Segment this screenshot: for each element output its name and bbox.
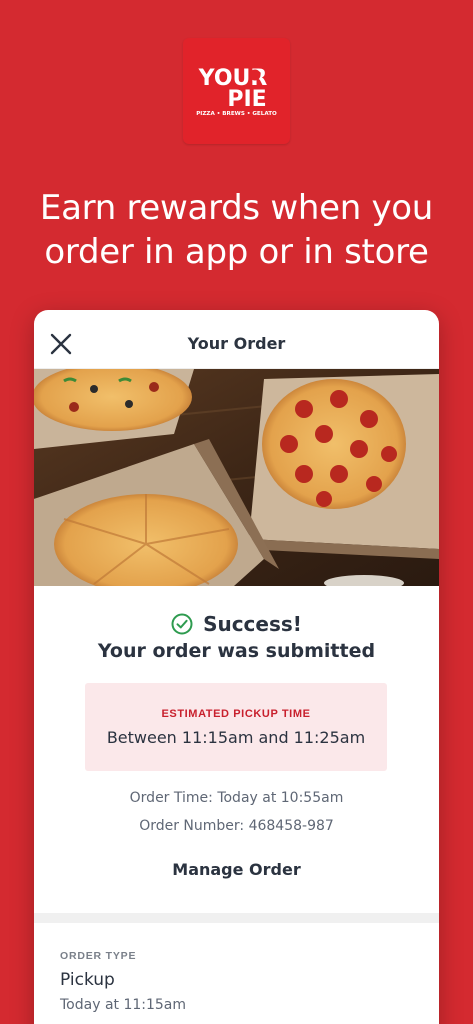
promo-headline-line2: order in app or in store	[44, 232, 429, 272]
success-header: Success!	[34, 612, 439, 636]
page-title: Your Order	[187, 334, 286, 353]
order-type-value: Pickup	[60, 970, 115, 990]
nav-bar: Your Order	[34, 310, 439, 369]
logo-pizza-dot	[249, 69, 261, 81]
success-title: Success!	[203, 612, 302, 636]
order-type-time: Today at 11:15am	[60, 997, 187, 1013]
order-confirmation-card: Your Order Success! Your order was submi…	[34, 310, 439, 1024]
pickup-time-value: Between 11:15am and 11:25am	[106, 728, 366, 747]
order-type-label: ORDER TYPE	[60, 950, 137, 962]
promo-headline: Earn rewards when you order in app or in…	[0, 186, 473, 274]
success-subtitle: Your order was submitted	[97, 640, 376, 662]
order-number: Order Number: 468458-987	[139, 818, 334, 834]
check-circle-icon	[171, 613, 193, 635]
promo-headline-line1: Earn rewards when you	[39, 188, 434, 228]
section-divider	[34, 913, 439, 923]
order-time: Order Time: Today at 10:55am	[129, 790, 344, 806]
your-pie-logo: YOUR PIE PIZZA • BREWS • GELATO	[183, 38, 290, 144]
logo-graphic: YOUR PIE PIZZA • BREWS • GELATO	[196, 66, 277, 117]
manage-order-button[interactable]: Manage Order	[154, 860, 319, 884]
pickup-label: ESTIMATED PICKUP TIME	[161, 708, 311, 720]
estimated-pickup-box: ESTIMATED PICKUP TIME Between 11:15am an…	[85, 683, 387, 771]
logo-tagline: PIZZA • BREWS • GELATO	[196, 111, 277, 117]
hero-pizza-image	[34, 369, 439, 586]
app-screen: YOUR PIE PIZZA • BREWS • GELATO Earn rew…	[0, 0, 473, 1024]
logo-word-pie: PIE	[227, 87, 266, 112]
